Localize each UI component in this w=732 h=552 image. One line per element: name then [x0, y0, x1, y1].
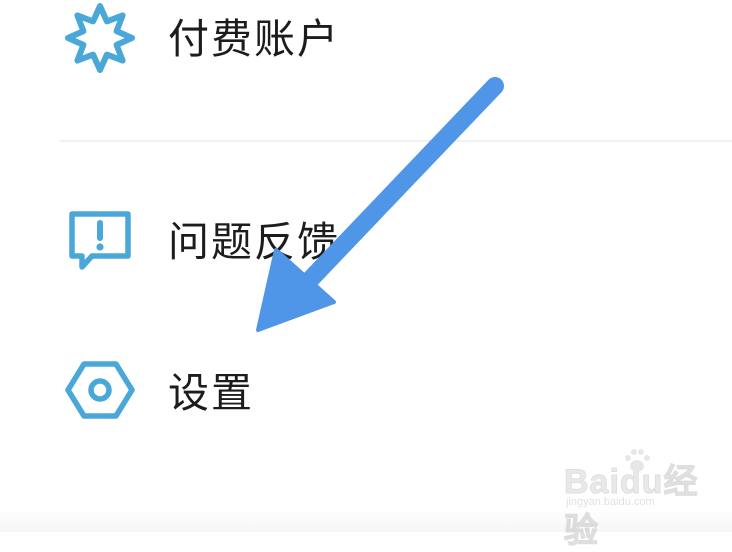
menu-item-settings[interactable]: 设置	[0, 340, 732, 440]
menu-item-label: 付费账户	[168, 15, 340, 63]
menu-item-label: 设置	[168, 369, 254, 417]
menu-item-label: 问题反馈	[168, 218, 340, 266]
menu-item-paid-account[interactable]: 付费账户	[0, 0, 732, 90]
divider	[60, 140, 732, 142]
menu-item-feedback[interactable]: 问题反馈	[0, 190, 732, 290]
paw-icon	[625, 449, 650, 472]
baidu-watermark: Baidu经验 jingyan.baidu.com	[564, 446, 714, 551]
hexagon-settings-icon	[62, 352, 138, 428]
watermark-url: jingyan.baidu.com	[566, 496, 655, 508]
feedback-exclamation-icon	[62, 202, 138, 278]
badge-star-icon	[62, 0, 138, 76]
